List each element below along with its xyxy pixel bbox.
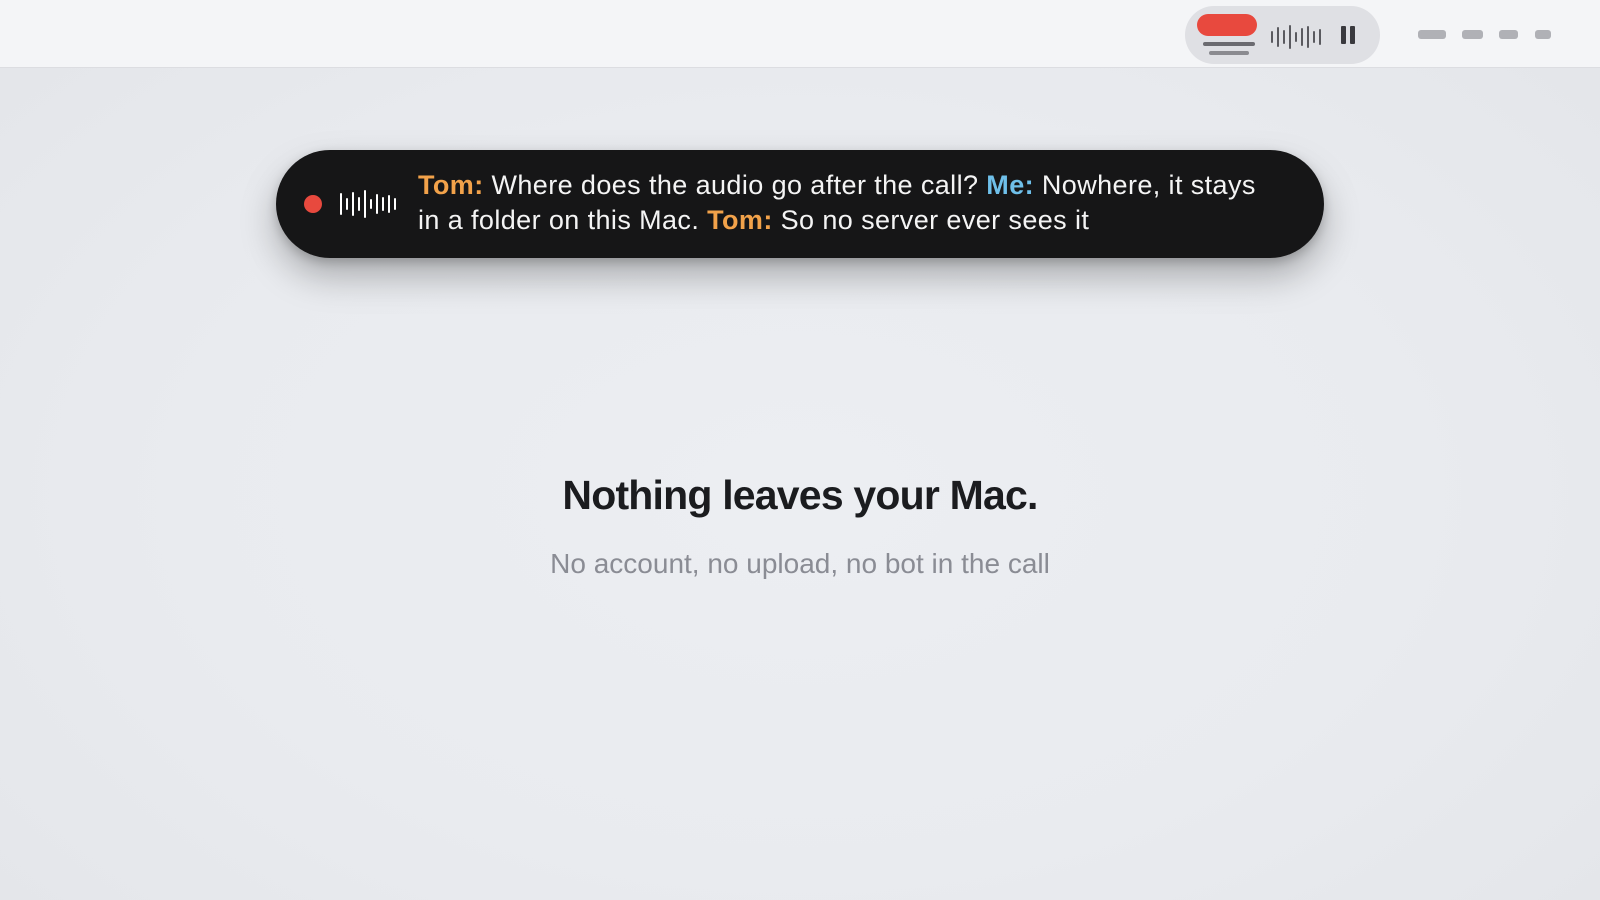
- recording-widget[interactable]: [1185, 6, 1380, 64]
- record-pill-icon[interactable]: [1197, 14, 1257, 36]
- menu-lines-icon: [1203, 42, 1255, 46]
- waveform-icon: [1271, 24, 1325, 50]
- caption-text: Tom: Where does the audio go after the c…: [418, 168, 1268, 238]
- menu-bar: [0, 0, 1600, 68]
- page-title: Nothing leaves your Mac.: [562, 472, 1038, 518]
- caption-segment: Where does the audio go after the call?: [483, 170, 987, 200]
- menu-extra-2[interactable]: [1462, 30, 1483, 39]
- live-caption-bar: Tom: Where does the audio go after the c…: [276, 150, 1324, 258]
- speaker-label: Me:: [986, 170, 1034, 200]
- pause-icon[interactable]: [1341, 26, 1355, 44]
- menu-extra-3[interactable]: [1499, 30, 1518, 39]
- menu-lines-icon: [1209, 51, 1249, 55]
- waveform-icon: [340, 190, 400, 218]
- page-subtitle: No account, no upload, no bot in the cal…: [550, 548, 1050, 579]
- speaker-label: Tom:: [418, 170, 484, 200]
- menu-extra-1[interactable]: [1418, 30, 1446, 39]
- caption-segment: So no server ever sees it: [772, 205, 1090, 235]
- menu-extra-4[interactable]: [1535, 30, 1551, 39]
- recording-dot-icon: [304, 195, 322, 213]
- speaker-label: Tom:: [707, 205, 773, 235]
